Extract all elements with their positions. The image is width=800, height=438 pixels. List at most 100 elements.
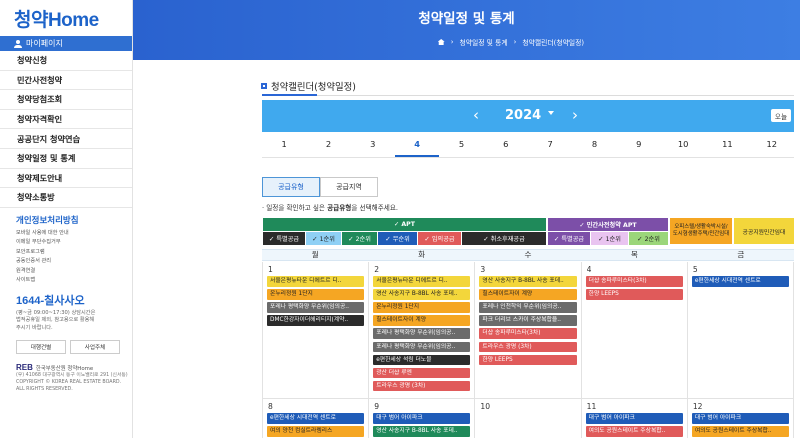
event-item[interactable]: 힐스테이트자이 계양 (479, 289, 577, 300)
home-icon[interactable] (437, 39, 445, 45)
event-item[interactable]: e편한세상 시대전역 센트로 (267, 413, 365, 424)
event-item[interactable]: 영산 사송지구 B-8BL 사송 포데.. (373, 289, 471, 300)
calendar-day[interactable]: 3 영산 사송지구 B-8BL 사송 포데.. 힐스테이트자이 계양 포레나 인천학익… (475, 262, 582, 398)
tab-month[interactable]: 3 (351, 132, 395, 157)
sidebar-menu-item[interactable]: 청약소통방 (0, 188, 132, 208)
tab-month[interactable]: 10 (661, 132, 705, 157)
event-item[interactable]: 파크 더리브 스카이 주상복합을.. (479, 315, 577, 326)
filter-public[interactable]: 공공지원민간임대 (734, 218, 794, 244)
sidebar-menu-item[interactable]: 공공단지 청약연습 (0, 129, 132, 149)
privacy-policy-link[interactable]: 개인정보처리방침 (0, 214, 132, 226)
year-select[interactable]: 2024 (505, 108, 541, 123)
filter-chip[interactable]: ✓ 2순위 (342, 232, 377, 245)
calendar-day[interactable]: 4 더샵 송파루미스타(3차) 한양 LEEPS (582, 262, 688, 398)
logo[interactable]: 청약Home (0, 0, 132, 36)
sidebar-menu-item[interactable]: 청약자격확인 (0, 110, 132, 130)
mypage-button[interactable]: 마이페이지 (0, 36, 132, 51)
event-item[interactable]: 트라우스 광명 (3차) (373, 380, 471, 392)
caret-down-icon[interactable] (548, 111, 554, 115)
event-item[interactable]: 광산 더샵 루엔 (373, 367, 471, 379)
today-button[interactable]: 오늘 (771, 109, 791, 122)
event-item[interactable]: 온누리정원 1단지 (373, 302, 471, 313)
day-number: 11 (586, 402, 597, 411)
day-number: 8 (268, 402, 273, 411)
tab-month[interactable]: 7 (528, 132, 572, 157)
event-item[interactable]: 포레나 평택화양 무순위(임의공.. (373, 328, 471, 339)
footer-link[interactable]: 공동인증서 관리 (16, 257, 132, 267)
breadcrumb-item[interactable]: 청약일정 및 통계 (460, 37, 508, 47)
filter-chip[interactable]: ✓ 무순위 (378, 232, 417, 245)
calendar-day[interactable]: 8 e편한세상 시대전역 센트로여의 양천 컴실트라렘리스 (262, 399, 370, 438)
agency-button[interactable]: 대행건별 (16, 340, 66, 355)
tab-month[interactable]: 5 (439, 132, 483, 157)
event-item[interactable]: 더샵 송파루미스타(3차) (479, 328, 577, 339)
filter-chip[interactable]: ✓ 임의공급 (418, 232, 461, 245)
calendar-day[interactable]: 12 대구 범어 아이파크 여의도 공원스테이트 주상복합.. (688, 399, 795, 438)
calendar-day[interactable]: 10 (475, 399, 582, 438)
tab-month[interactable]: 12 (750, 132, 794, 157)
event-item[interactable]: 포레나 평택화양 무순위(임의공.. (267, 302, 365, 313)
footer-link[interactable]: 모바일 사용에 대한 안내 (16, 229, 132, 239)
filter-chip[interactable]: ✓ 특별공급 (263, 232, 305, 245)
page-header: 청약일정 및 통계 › 청약일정 및 통계 › 청약캘린더(청약일정) (133, 0, 800, 60)
event-item[interactable]: 한양 LEEPS (585, 289, 683, 300)
sidebar-menu-item[interactable]: 민간사전청약 (0, 71, 132, 91)
calendar-day[interactable]: 1 서울은평뉴타운 디에트르 디.. 온누리정원 1단지 포레나 평택화양 무순위(임… (262, 262, 370, 398)
event-item[interactable]: 포레나 평택화양 무순위(임의공.. (373, 341, 471, 352)
filter-officetel[interactable]: 오피스텔/생활숙박시설/도시형생활주택/민간임대 (670, 218, 732, 244)
chevron-right-icon[interactable]: › (572, 106, 578, 124)
event-item[interactable]: 서울은평뉴타운 디에트르 디.. (267, 276, 365, 287)
event-item[interactable]: 힐스테이트자이 계양 (373, 315, 471, 326)
filter-chip[interactable]: ✓ 1순위 (306, 232, 341, 245)
event-item[interactable]: 대구 범어 아이파크 (691, 413, 790, 424)
filter-chip[interactable]: ✓ 1순위 (591, 232, 628, 245)
event-item[interactable]: 포레나 인천학익 무순위(임의공.. (479, 302, 577, 313)
event-item[interactable]: 대구 범어 아이파크 (585, 413, 683, 424)
calendar-day[interactable]: 11 대구 범어 아이파크여의도 공원스테이트 주상복합.. (582, 399, 688, 438)
filter-private-pre[interactable]: ✓ 민간사전청약 APT (548, 218, 668, 231)
event-item[interactable]: 영산 사송지구 B-8BL 사송 포데.. (479, 276, 577, 287)
filter-chip[interactable]: ✓ 취소후재공급 (462, 232, 546, 245)
event-item[interactable]: 한양 LEEPS (479, 354, 577, 366)
event-item[interactable]: 대구 범어 아이파크 (373, 413, 471, 424)
logo-text: 청약Home (14, 9, 99, 31)
tab-supply-region[interactable]: 공급지역 (320, 177, 378, 197)
calendar-day[interactable]: 5 e편한세상 시대전역 센트로 (688, 262, 795, 398)
event-item[interactable]: 여의 양천 컴실트라렘리스 (267, 426, 365, 437)
event-item[interactable]: DMC한강자이더헤리티지(계약.. (267, 315, 365, 326)
sidebar-menu-item[interactable]: 청약당첨조회 (0, 90, 132, 110)
business-button[interactable]: 사업주체 (70, 340, 120, 355)
footer-link[interactable]: 원격연결 (16, 267, 132, 277)
tab-supply-type[interactable]: 공급유형 (262, 177, 320, 197)
event-item[interactable]: 온누리정원 1단지 (267, 289, 365, 300)
sidebar-menu-item[interactable]: 청약신청 (0, 51, 132, 71)
footer-link[interactable]: 보안프로그램 (16, 248, 132, 258)
footer-link[interactable]: 사이트맵 (16, 276, 132, 286)
event-item[interactable]: e편한세상 석림 더노블 (373, 354, 471, 366)
calendar-day[interactable]: 9 대구 범어 아이파크 영산 사송지구 B-8BL 사송 포데.. (369, 399, 476, 438)
calendar-day[interactable]: 2 서울은평뉴타운 디에트르 디.. 영산 사송지구 B-8BL 사송 포데.. 온누… (369, 262, 476, 398)
tab-month[interactable]: 1 (262, 132, 306, 157)
tab-month[interactable]: 4 (394, 132, 440, 157)
filter-chip[interactable]: ✓ 특별공급 (548, 232, 590, 245)
tab-month[interactable]: 11 (705, 132, 749, 157)
filter-chip-label: 2순위 (355, 236, 371, 243)
event-item[interactable]: 더샵 송파루미스타(3차) (585, 276, 683, 287)
breadcrumb-item[interactable]: 청약캘린더(청약일정) (522, 37, 584, 47)
event-item[interactable]: 여의도 공원스테이트 주상복합.. (691, 426, 790, 437)
event-item[interactable]: 영산 사송지구 B-8BL 사송 포데.. (373, 426, 471, 437)
filter-chip[interactable]: ✓ 2순위 (629, 232, 668, 245)
event-item[interactable]: e편한세상 시대전역 센트로 (691, 276, 790, 287)
event-item[interactable]: 서울은평뉴타운 디에트르 디.. (373, 276, 471, 287)
tab-month[interactable]: 9 (617, 132, 661, 157)
event-item[interactable]: 트라우스 광명 (3차) (479, 341, 577, 352)
sidebar-menu-item[interactable]: 청약제도안내 (0, 169, 132, 189)
event-item[interactable]: 여의도 공원스테이트 주상복합.. (585, 426, 683, 437)
tab-month[interactable]: 6 (484, 132, 528, 157)
tab-month[interactable]: 2 (306, 132, 350, 157)
sidebar-menu-item[interactable]: 청약일정 및 통계 (0, 149, 132, 169)
tab-month[interactable]: 8 (572, 132, 616, 157)
filter-apt[interactable]: ✓ APT (263, 218, 546, 231)
footer-link[interactable]: 이메일 무단수집거부 (16, 238, 132, 248)
chevron-left-icon[interactable]: ‹ (473, 106, 479, 124)
